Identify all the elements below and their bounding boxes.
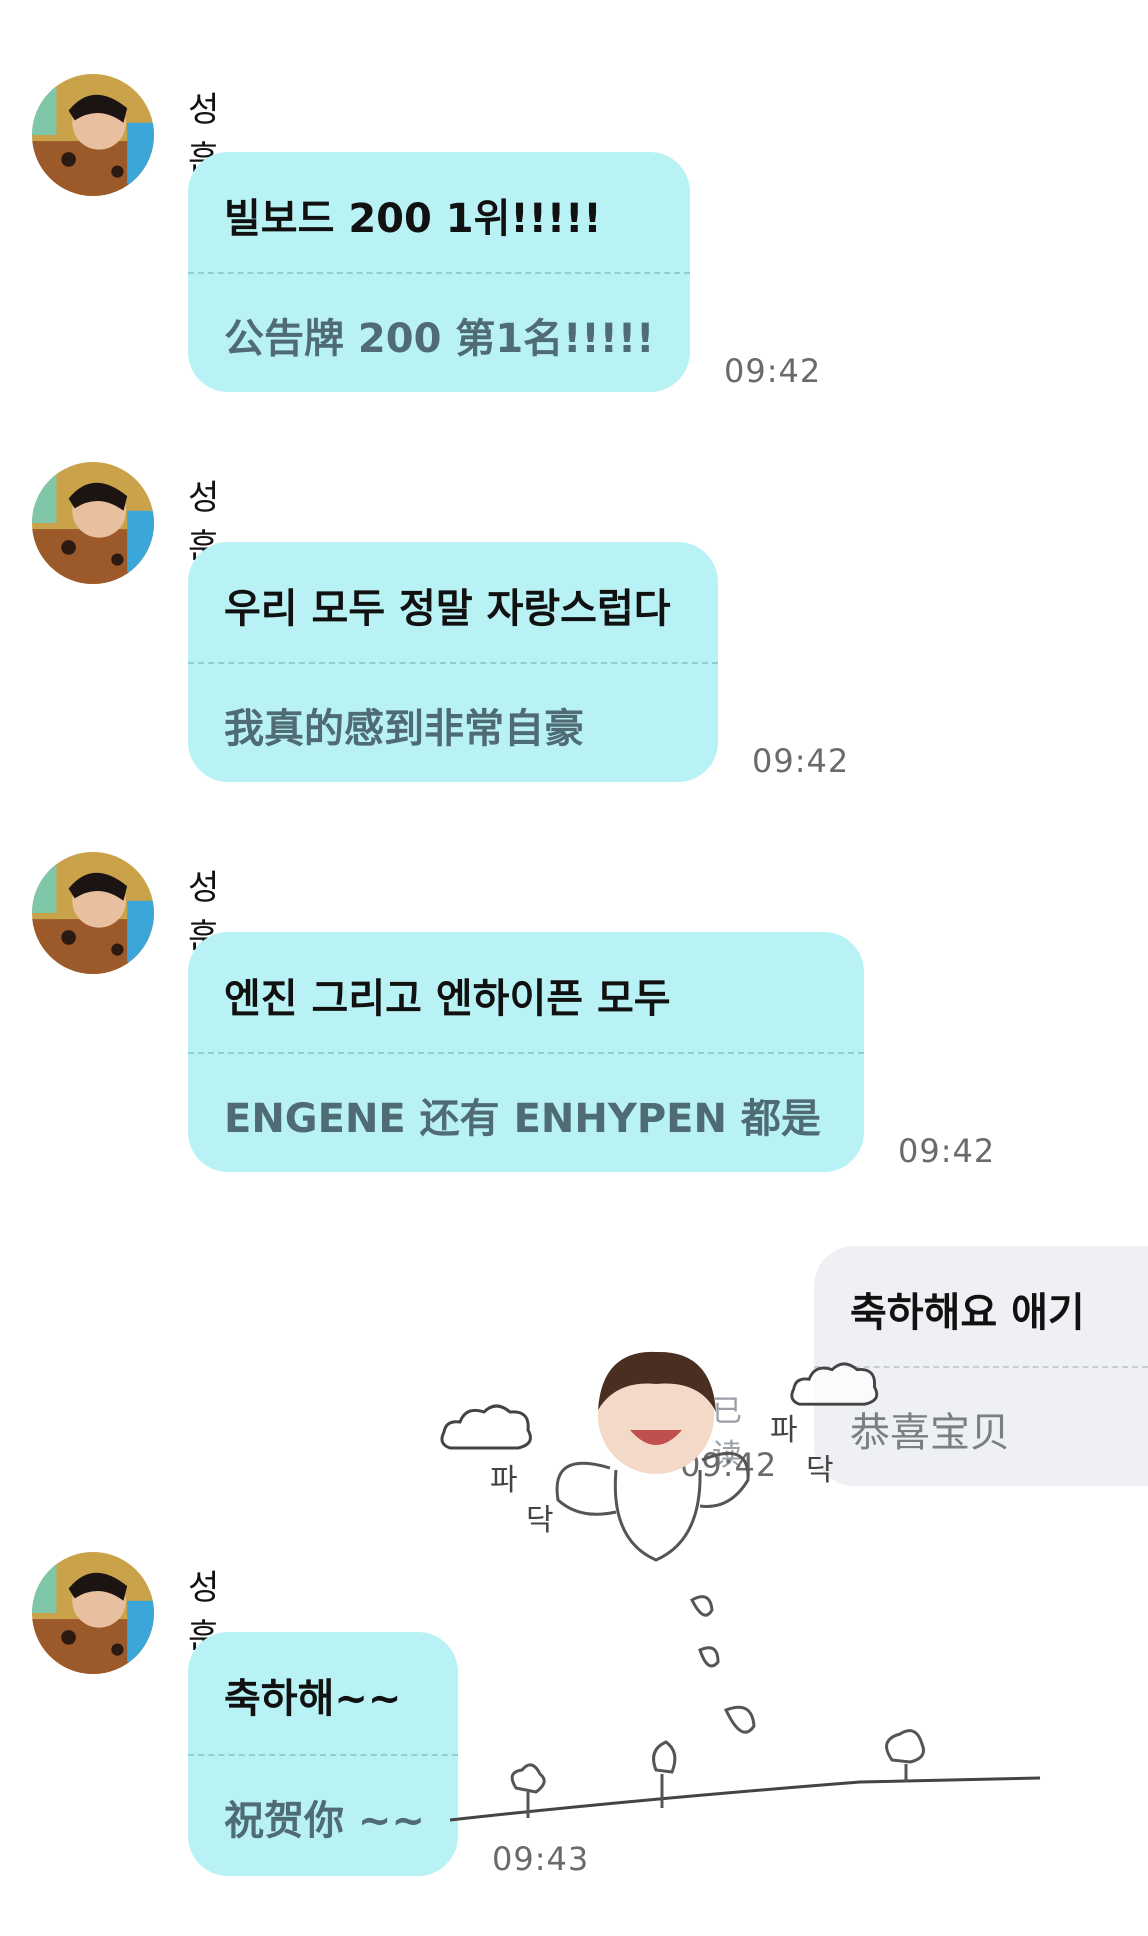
message-korean-text: 엔진 그리고 엔하이픈 모두: [224, 976, 671, 1022]
message-translation-text: 我真的感到非常自豪: [224, 706, 584, 752]
avatar-photo-icon: [32, 1552, 154, 1674]
avatar-photo-icon: [32, 74, 154, 196]
message-time: 09:42: [724, 352, 822, 390]
message-korean-text: 빌보드 200 1위!!!!!: [224, 196, 602, 242]
bubble-divider: [188, 662, 718, 664]
bubble-divider: [188, 272, 690, 274]
cloud-sticker-icon: [440, 1404, 532, 1450]
message-bubble[interactable]: 우리 모두 정말 자랑스럽다 我真的感到非常自豪: [188, 542, 718, 782]
sticker-sound-text: 파: [490, 1463, 518, 1498]
message-bubble[interactable]: 빌보드 200 1위!!!!! 公告牌 200 第1名!!!!!: [188, 152, 690, 392]
message-time: 09:42: [680, 1446, 778, 1484]
avatar-photo-icon: [32, 462, 154, 584]
avatar[interactable]: [32, 74, 154, 196]
message-time: 09:42: [752, 742, 850, 780]
avatar[interactable]: [32, 852, 154, 974]
message-korean-text: 축하해~~: [224, 1676, 402, 1722]
bubble-divider: [188, 1052, 864, 1054]
avatar[interactable]: [32, 462, 154, 584]
message-translation-text: 祝贺你 ~~: [224, 1798, 425, 1844]
message-bubble[interactable]: 축하해~~ 祝贺你 ~~: [188, 1632, 458, 1876]
message-translation-text: ENGENE 还有 ENHYPEN 都是: [224, 1096, 821, 1142]
message-korean-text: 축하해요 애기: [850, 1290, 1085, 1336]
message-time: 09:42: [898, 1132, 996, 1170]
message-time: 09:43: [492, 1840, 590, 1878]
message-korean-text: 우리 모두 정말 자랑스럽다: [224, 586, 671, 632]
avatar-photo-icon: [32, 852, 154, 974]
cloud-sticker-icon: [790, 1362, 879, 1406]
sticker-sound-text: 닥: [526, 1503, 554, 1538]
message-bubble[interactable]: 엔진 그리고 엔하이픈 모두 ENGENE 还有 ENHYPEN 都是: [188, 932, 864, 1172]
message-translation-text: 公告牌 200 第1名!!!!!: [224, 316, 655, 362]
bubble-divider: [188, 1754, 458, 1756]
avatar[interactable]: [32, 1552, 154, 1674]
